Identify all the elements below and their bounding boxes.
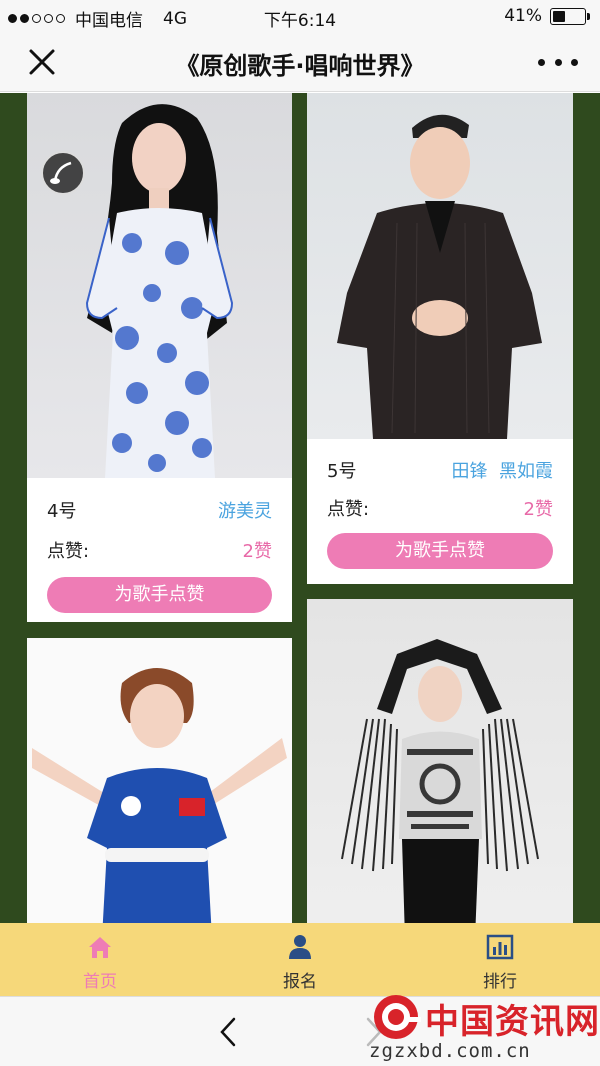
music-icon [50, 161, 72, 184]
more-dot-icon [554, 58, 562, 66]
contestant-number: 4号 [47, 501, 77, 522]
singer-photo-image [341, 639, 539, 923]
battery-icon [550, 7, 590, 25]
singer-photo-image [32, 668, 287, 923]
tab-signup[interactable]: 报名 [200, 923, 400, 996]
likes-count: 2赞 [523, 499, 553, 520]
likes-label: 点赞: [327, 499, 370, 520]
tab-label: 报名 [283, 972, 317, 992]
vote-button[interactable]: 为歌手点赞 [327, 533, 553, 569]
contestant-card[interactable] [307, 599, 573, 923]
watermark-url: zgzxbd.com.cn [369, 1040, 531, 1062]
more-dot-icon [571, 58, 578, 66]
contestant-name[interactable]: 田锋 黑如霞 [452, 457, 553, 483]
singer-photo-image [337, 114, 542, 439]
watermark: 中国资讯网 zgzxbd.com.cn [365, 992, 600, 1066]
tab-label: 排行 [483, 972, 517, 992]
tab-ranking[interactable]: 排行 [400, 923, 600, 996]
chart-icon [486, 934, 514, 960]
vote-button[interactable]: 为歌手点赞 [47, 577, 272, 613]
music-toggle-button[interactable] [41, 151, 85, 195]
contestant-info: 4号 游美灵 点赞: 2赞 为歌手点赞 [27, 497, 292, 613]
home-icon [89, 937, 111, 958]
likes-label: 点赞: [47, 541, 90, 562]
more-button[interactable] [538, 46, 578, 78]
contestant-info: 5号 田锋 黑如霞 点赞: 2赞 为歌手点赞 [307, 457, 573, 569]
watermark-title: 中国资讯网 [425, 1002, 600, 1042]
tab-bar: 首页 报名 排行 [0, 923, 600, 996]
contestant-name[interactable]: 游美灵 [218, 497, 272, 523]
contestant-photo[interactable] [307, 599, 573, 923]
watermark-logo-icon [374, 995, 421, 1039]
contestant-grid[interactable]: 4号 游美灵 点赞: 2赞 为歌手点赞 5号 田锋 黑如霞 点赞: 2赞 为歌手… [0, 93, 600, 923]
contestant-photo[interactable] [307, 93, 573, 439]
more-dot-icon [538, 58, 545, 66]
likes-count: 2赞 [242, 541, 272, 562]
nav-bar: 《原创歌手·唱响世界》 [0, 32, 600, 92]
page-title: 《原创歌手·唱响世界》 [175, 52, 425, 80]
contestant-photo[interactable] [27, 638, 292, 923]
user-icon [289, 935, 311, 959]
contestant-card[interactable]: 4号 游美灵 点赞: 2赞 为歌手点赞 [27, 93, 292, 622]
contestant-card[interactable] [27, 638, 292, 923]
chevron-left-icon [220, 1017, 236, 1047]
status-right: 41% [504, 6, 590, 26]
battery-percent: 41% [504, 6, 542, 26]
contestant-card[interactable]: 5号 田锋 黑如霞 点赞: 2赞 为歌手点赞 [307, 93, 573, 584]
tab-home[interactable]: 首页 [0, 923, 200, 996]
back-button[interactable] [214, 1015, 244, 1049]
status-bar: 中国电信 4G 下午6:14 41% [0, 0, 600, 32]
contestant-number: 5号 [327, 461, 357, 482]
tab-label: 首页 [83, 972, 117, 992]
